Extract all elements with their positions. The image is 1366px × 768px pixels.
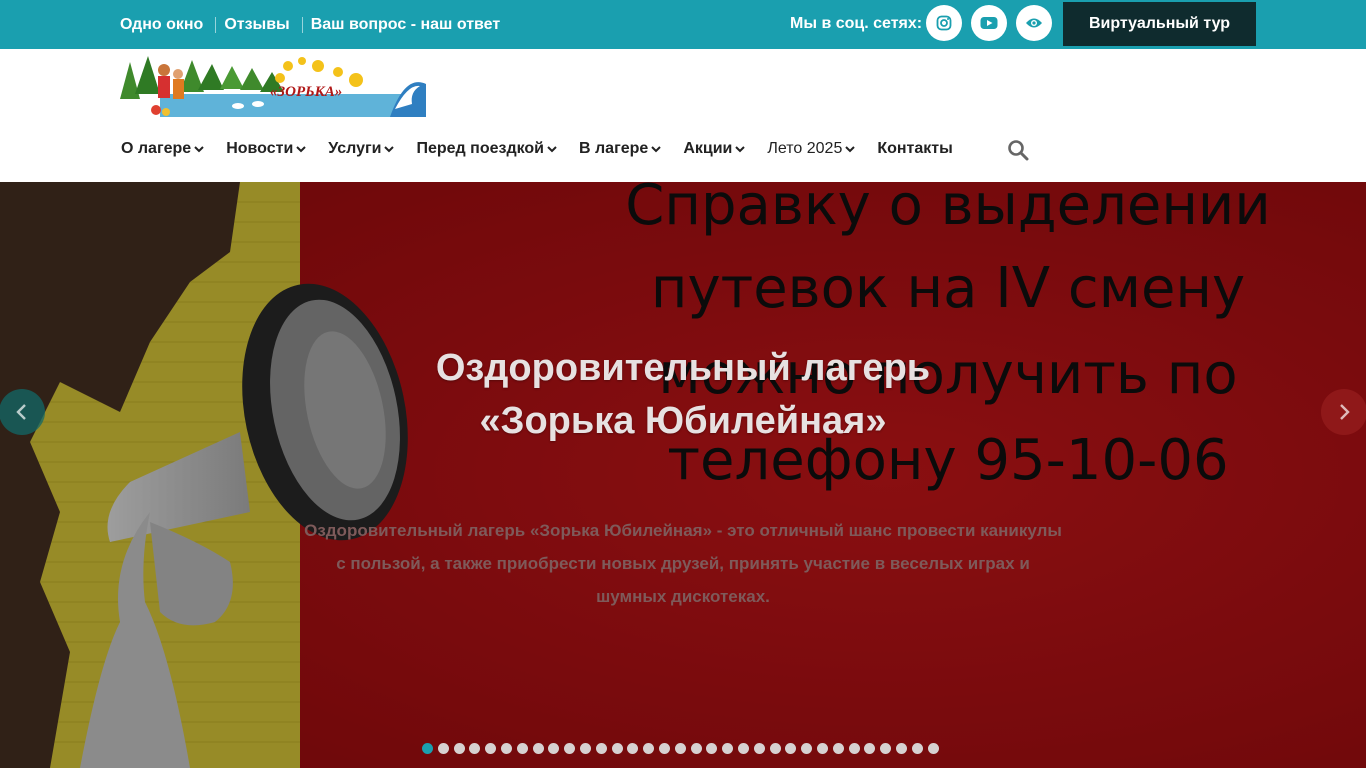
eye-icon xyxy=(1026,18,1042,28)
slider-dot[interactable] xyxy=(880,743,892,754)
instagram-icon xyxy=(936,15,952,31)
slider-dot[interactable] xyxy=(927,743,939,754)
nav-item-before-trip[interactable]: Перед поездкой xyxy=(416,140,557,158)
slider-dot[interactable] xyxy=(785,743,797,754)
slide-title-line2: «Зорька Юбилейная» xyxy=(479,400,887,442)
top-link-qa[interactable]: Ваш вопрос - наш ответ xyxy=(303,16,512,33)
top-link-reviews[interactable]: Отзывы xyxy=(216,16,303,33)
nav-item-about[interactable]: О лагере xyxy=(121,140,204,158)
nav-item-in-camp[interactable]: В лагере xyxy=(579,140,662,158)
chevron-right-icon xyxy=(1340,404,1350,420)
slide-title-line1: Оздоровительный лагерь xyxy=(435,347,931,389)
chevron-down-icon xyxy=(547,146,557,153)
nav-label: Контакты xyxy=(877,140,953,157)
slider-dot[interactable] xyxy=(816,743,828,754)
nav-label: Перед поездкой xyxy=(416,140,545,157)
slider-dot[interactable] xyxy=(469,743,481,754)
slider-dot[interactable] xyxy=(722,743,734,754)
slider-dot[interactable] xyxy=(564,743,576,754)
main-nav: О лагере Новости Услуги Перед поездкой В… xyxy=(121,130,975,168)
slider-dot[interactable] xyxy=(643,743,655,754)
slider-dot[interactable] xyxy=(500,743,512,754)
nav-label: Услуги xyxy=(328,140,382,157)
slide-title: Оздоровительный лагерь «Зорька Юбилейная… xyxy=(300,342,1066,448)
slider-dot[interactable] xyxy=(864,743,876,754)
slider-dot[interactable] xyxy=(627,743,639,754)
youtube-icon xyxy=(980,17,998,29)
slider-dot[interactable] xyxy=(848,743,860,754)
virtual-tour-button[interactable]: Виртуальный тур xyxy=(1063,2,1256,46)
chevron-down-icon xyxy=(845,146,856,153)
nav-item-promotions[interactable]: Акции xyxy=(683,140,746,158)
chevron-down-icon xyxy=(651,146,662,153)
slider-dot[interactable] xyxy=(769,743,781,754)
slider-dot[interactable] xyxy=(548,743,560,754)
top-link-one-window[interactable]: Одно окно xyxy=(112,16,217,33)
slide-overlay xyxy=(0,182,1366,768)
nav-item-news[interactable]: Новости xyxy=(226,140,306,158)
slider-next-button[interactable] xyxy=(1321,389,1366,435)
hero-slider: Справку о выделении путевок на IV смену … xyxy=(0,182,1366,768)
slider-dot[interactable] xyxy=(753,743,765,754)
slider-dot[interactable] xyxy=(911,743,923,754)
search-icon xyxy=(1008,140,1029,161)
nav-label: Лето 2025 xyxy=(767,140,843,157)
slider-dot[interactable] xyxy=(674,743,686,754)
site-logo[interactable]: «ЗОРЬКА» xyxy=(120,54,426,117)
slider-dot[interactable] xyxy=(516,743,528,754)
chevron-down-icon xyxy=(384,146,395,153)
slider-dot[interactable] xyxy=(895,743,907,754)
search-button[interactable] xyxy=(1006,138,1030,162)
nav-item-services[interactable]: Услуги xyxy=(328,140,395,158)
slider-dot[interactable] xyxy=(453,743,465,754)
youtube-button[interactable] xyxy=(971,5,1007,41)
chevron-down-icon xyxy=(194,146,204,153)
nav-label: О лагере xyxy=(121,140,192,157)
slide-description: Оздоровительный лагерь «Зорька Юбилейная… xyxy=(304,521,1062,606)
top-bar: Одно окно Отзывы Ваш вопрос - наш ответ … xyxy=(0,0,1366,49)
slider-dot[interactable] xyxy=(595,743,607,754)
slider-dot[interactable] xyxy=(706,743,718,754)
slider-dot[interactable] xyxy=(611,743,623,754)
logo-text: «ЗОРЬКА» xyxy=(270,84,342,100)
slider-prev-button[interactable] xyxy=(0,389,45,435)
slider-dot[interactable] xyxy=(485,743,497,754)
nav-item-contacts[interactable]: Контакты xyxy=(877,140,952,158)
slider-dot[interactable] xyxy=(437,743,449,754)
slider-dots xyxy=(422,743,943,754)
slider-dot[interactable] xyxy=(801,743,813,754)
logo-image: «ЗОРЬКА» xyxy=(120,54,426,117)
top-links: Одно окно Отзывы Ваш вопрос - наш ответ xyxy=(112,0,512,49)
nav-item-summer-2025[interactable]: Лето 2025 xyxy=(767,140,856,158)
nav-label: В лагере xyxy=(579,140,649,157)
slider-dot[interactable] xyxy=(690,743,702,754)
chevron-left-icon xyxy=(16,404,26,420)
nav-label: Новости xyxy=(226,140,294,157)
social-label: Мы в соц. сетях: xyxy=(790,15,923,32)
instagram-button[interactable] xyxy=(926,5,962,41)
nav-label: Акции xyxy=(683,140,733,157)
chevron-down-icon xyxy=(735,146,746,153)
slider-dot[interactable] xyxy=(422,743,433,754)
slider-dot[interactable] xyxy=(532,743,544,754)
slider-dot[interactable] xyxy=(579,743,591,754)
slider-dot[interactable] xyxy=(832,743,844,754)
chevron-down-icon xyxy=(296,146,306,153)
slider-dot[interactable] xyxy=(658,743,670,754)
visually-impaired-button[interactable] xyxy=(1016,5,1052,41)
slider-dot[interactable] xyxy=(737,743,749,754)
